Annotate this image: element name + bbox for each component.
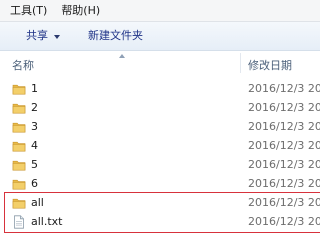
file-name: 4 (31, 139, 38, 152)
column-header-date-modified[interactable]: 修改日期 (248, 57, 292, 73)
file-name: 1 (31, 82, 38, 95)
file-date-modified: 2016/12/3 20: (248, 196, 320, 209)
file-row[interactable]: 3 2016/12/3 20: (0, 118, 320, 137)
column-divider[interactable] (240, 53, 241, 73)
new-folder-button-label: 新建文件夹 (88, 29, 143, 42)
file-row[interactable]: 4 2016/12/3 20: (0, 137, 320, 156)
folder-icon (12, 120, 26, 134)
new-folder-button[interactable]: 新建文件夹 (88, 25, 143, 47)
explorer-window: 工具(T) 帮助(H) 共享 新建文件夹 名称 修改日期 1 2016/12/3 … (0, 0, 320, 240)
file-row[interactable]: 6 2016/12/3 20: (0, 175, 320, 194)
file-row[interactable]: 5 2016/12/3 20: (0, 156, 320, 175)
file-row[interactable]: all.txt 2016/12/3 20: (0, 213, 320, 232)
file-name: 3 (31, 120, 38, 133)
column-header-name[interactable]: 名称 (12, 57, 34, 73)
file-date-modified: 2016/12/3 20: (248, 82, 320, 95)
file-date-modified: 2016/12/3 20: (248, 177, 320, 190)
file-name: 5 (31, 158, 38, 171)
sort-ascending-icon (119, 54, 125, 58)
file-name: all (31, 196, 44, 209)
file-row[interactable]: all 2016/12/3 20: (0, 194, 320, 213)
file-date-modified: 2016/12/3 20: (248, 158, 320, 171)
file-list: 1 2016/12/3 20: 2 2016/12/3 20: 3 2016/12/3 2… (0, 80, 320, 232)
file-date-modified: 2016/12/3 20: (248, 120, 320, 133)
folder-icon (12, 82, 26, 96)
chevron-down-icon (54, 34, 60, 39)
file-row[interactable]: 1 2016/12/3 20: (0, 80, 320, 99)
menu-bar: 工具(T) 帮助(H) (0, 0, 320, 22)
file-name: 6 (31, 177, 38, 190)
file-date-modified: 2016/12/3 20: (248, 139, 320, 152)
menu-help[interactable]: 帮助(H) (54, 0, 107, 21)
file-name: all.txt (31, 215, 63, 228)
folder-icon (12, 196, 26, 210)
toolbar: 共享 新建文件夹 (0, 22, 320, 51)
share-button-label: 共享 (26, 29, 48, 42)
file-row[interactable]: 2 2016/12/3 20: (0, 99, 320, 118)
file-date-modified: 2016/12/3 20: (248, 101, 320, 114)
file-date-modified: 2016/12/3 20: (248, 215, 320, 228)
file-name: 2 (31, 101, 38, 114)
column-header: 名称 修改日期 (0, 51, 320, 75)
folder-icon (12, 177, 26, 191)
text-file-icon (12, 215, 26, 229)
menu-tools[interactable]: 工具(T) (0, 0, 54, 21)
folder-icon (12, 158, 26, 172)
share-button[interactable]: 共享 (26, 25, 60, 47)
folder-icon (12, 139, 26, 153)
folder-icon (12, 101, 26, 115)
